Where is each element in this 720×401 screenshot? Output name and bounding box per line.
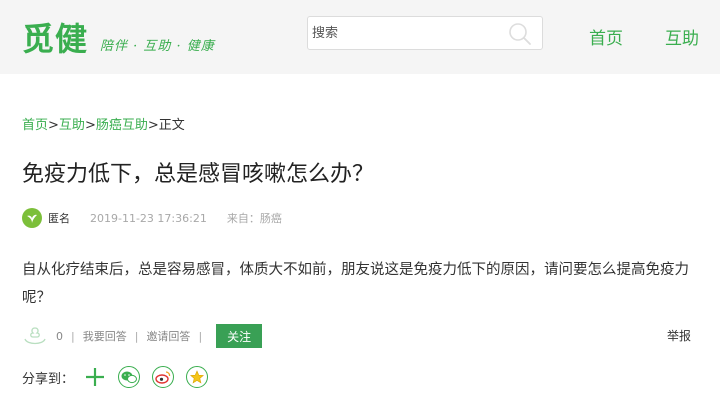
plus-icon <box>86 368 105 386</box>
answer-link[interactable]: 我要回答 <box>83 328 127 344</box>
post-content: 自从化疗结束后，总是容易感冒，体质大不如前，朋友说这是免疫力低下的原因，请问要怎… <box>22 262 689 306</box>
share-more-button[interactable] <box>84 366 106 388</box>
divider: | <box>71 329 75 343</box>
invite-link[interactable]: 邀请回答 <box>146 328 190 344</box>
breadcrumb-colon-cancer[interactable]: 肠癌互助 <box>96 118 148 133</box>
report-link[interactable]: 举报 <box>667 327 691 344</box>
share-qzone-button[interactable] <box>186 366 209 388</box>
post-actions: 0 | 我要回答 | 邀请回答 | 关注 <box>22 324 263 348</box>
post-meta: 匿名 2019-11-23 17:36:21 来自：肠癌 <box>22 208 282 228</box>
wechat-icon <box>121 371 138 384</box>
search-input[interactable] <box>312 21 502 45</box>
like-icon[interactable] <box>22 325 48 347</box>
breadcrumb: 首页>互助>肠癌互助>正文 <box>22 114 185 133</box>
divider: | <box>198 329 203 343</box>
nav-community[interactable]: 互助 <box>665 24 699 49</box>
share-wechat-button[interactable] <box>118 366 141 388</box>
weibo-icon <box>155 371 171 384</box>
post-source: 来自：肠癌 <box>226 212 282 225</box>
divider: | <box>134 329 139 343</box>
search-icon[interactable] <box>508 22 532 46</box>
site-slogan: 陪伴 · 互助 · 健康 <box>100 39 215 54</box>
share-label: 分享到： <box>22 371 75 387</box>
post-date: 2019-11-23 17:36:21 <box>90 211 207 225</box>
follow-button[interactable]: 关注 <box>216 324 263 348</box>
star-icon <box>190 370 205 384</box>
post-title: 免疫力低下，总是感冒咳嗽怎么办？ <box>22 162 375 187</box>
avatar[interactable] <box>22 208 42 228</box>
share-weibo-button[interactable] <box>152 366 175 388</box>
author-name[interactable]: 匿名 <box>48 210 70 226</box>
search-box <box>307 16 543 50</box>
nav-home[interactable]: 首页 <box>589 24 623 49</box>
leaf-icon <box>27 214 37 223</box>
breadcrumb-separator: > <box>147 118 159 133</box>
logo-area[interactable]: 觅健 陪伴 · 互助 · 健康 <box>22 14 215 60</box>
site-header: 觅健 陪伴 · 互助 · 健康 首页 互助 <box>0 0 720 74</box>
breadcrumb-separator: > <box>84 118 96 133</box>
like-count: 0 <box>56 329 63 343</box>
site-logo[interactable]: 觅健 <box>22 14 88 60</box>
breadcrumb-community[interactable]: 互助 <box>59 118 85 133</box>
breadcrumb-separator: > <box>48 118 59 133</box>
share-bar: 分享到： <box>22 366 209 388</box>
breadcrumb-home[interactable]: 首页 <box>22 118 48 133</box>
breadcrumb-current: 正文 <box>158 118 185 133</box>
